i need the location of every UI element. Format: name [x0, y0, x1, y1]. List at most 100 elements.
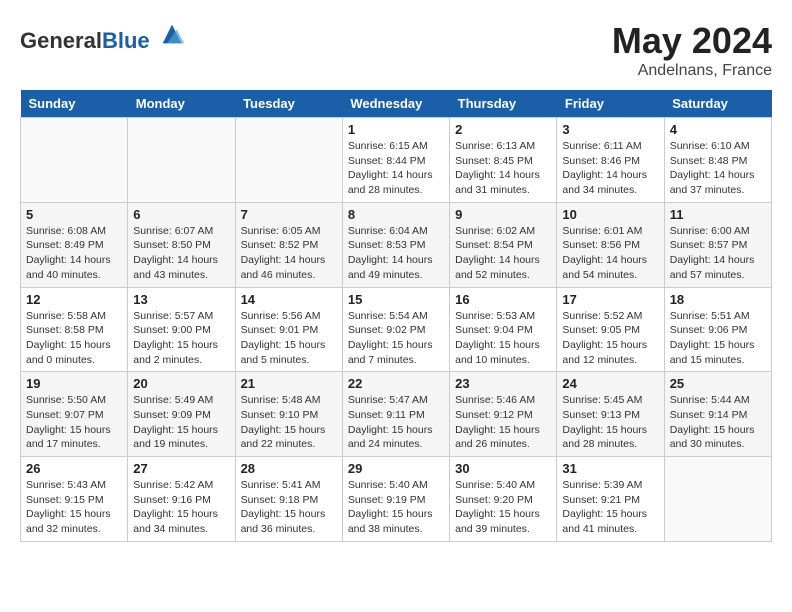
- calendar-day-cell: 25 Sunrise: 5:44 AMSunset: 9:14 PMDayligh…: [664, 372, 771, 457]
- calendar-day-cell: [21, 118, 128, 203]
- day-info: Sunrise: 6:10 AMSunset: 8:48 PMDaylight:…: [670, 139, 766, 198]
- day-info: Sunrise: 6:15 AMSunset: 8:44 PMDaylight:…: [348, 139, 444, 198]
- day-number: 19: [26, 376, 122, 391]
- day-info: Sunrise: 5:56 AMSunset: 9:01 PMDaylight:…: [241, 309, 337, 368]
- day-number: 31: [562, 461, 658, 476]
- day-info: Sunrise: 6:00 AMSunset: 8:57 PMDaylight:…: [670, 224, 766, 283]
- day-info: Sunrise: 5:43 AMSunset: 9:15 PMDaylight:…: [26, 478, 122, 537]
- calendar-day-cell: 2Sunrise: 6:13 AMSunset: 8:45 PMDaylight…: [450, 118, 557, 203]
- day-info: Sunrise: 5:41 AMSunset: 9:18 PMDaylight:…: [241, 478, 337, 537]
- day-number: 26: [26, 461, 122, 476]
- weekday-header-cell: Thursday: [450, 90, 557, 118]
- day-number: 11: [670, 207, 766, 222]
- day-info: Sunrise: 6:02 AMSunset: 8:54 PMDaylight:…: [455, 224, 551, 283]
- calendar-day-cell: 11 Sunrise: 6:00 AMSunset: 8:57 PMDayligh…: [664, 202, 771, 287]
- calendar-week-row: 5 Sunrise: 6:08 AMSunset: 8:49 PMDaylight…: [21, 202, 772, 287]
- day-info: Sunrise: 5:48 AMSunset: 9:10 PMDaylight:…: [241, 393, 337, 452]
- calendar-week-row: 26 Sunrise: 5:43 AMSunset: 9:15 PMDayligh…: [21, 457, 772, 542]
- logo: GeneralBlue: [20, 20, 186, 53]
- day-info: Sunrise: 5:45 AMSunset: 9:13 PMDaylight:…: [562, 393, 658, 452]
- weekday-header-cell: Sunday: [21, 90, 128, 118]
- calendar-day-cell: 29Sunrise: 5:40 AMSunset: 9:19 PMDayligh…: [342, 457, 449, 542]
- location-subtitle: Andelnans, France: [612, 62, 772, 80]
- title-area: May 2024 Andelnans, France: [612, 20, 772, 80]
- calendar-day-cell: 31Sunrise: 5:39 AMSunset: 9:21 PMDayligh…: [557, 457, 664, 542]
- day-number: 17: [562, 292, 658, 307]
- day-number: 18: [670, 292, 766, 307]
- day-info: Sunrise: 5:49 AMSunset: 9:09 PMDaylight:…: [133, 393, 229, 452]
- weekday-header-cell: Monday: [128, 90, 235, 118]
- calendar-day-cell: 17 Sunrise: 5:52 AMSunset: 9:05 PMDayligh…: [557, 287, 664, 372]
- day-number: 24: [562, 376, 658, 391]
- day-number: 8: [348, 207, 444, 222]
- day-info: Sunrise: 6:05 AMSunset: 8:52 PMDaylight:…: [241, 224, 337, 283]
- day-info: Sunrise: 5:51 AMSunset: 9:06 PMDaylight:…: [670, 309, 766, 368]
- calendar-day-cell: 15Sunrise: 5:54 AMSunset: 9:02 PMDayligh…: [342, 287, 449, 372]
- calendar-day-cell: 3 Sunrise: 6:11 AMSunset: 8:46 PMDaylight…: [557, 118, 664, 203]
- day-number: 13: [133, 292, 229, 307]
- day-number: 10: [562, 207, 658, 222]
- calendar-week-row: 12 Sunrise: 5:58 AMSunset: 8:58 PMDayligh…: [21, 287, 772, 372]
- day-number: 28: [241, 461, 337, 476]
- day-number: 12: [26, 292, 122, 307]
- day-info: Sunrise: 6:11 AMSunset: 8:46 PMDaylight:…: [562, 139, 658, 198]
- day-number: 5: [26, 207, 122, 222]
- day-info: Sunrise: 5:53 AMSunset: 9:04 PMDaylight:…: [455, 309, 551, 368]
- calendar-day-cell: 19 Sunrise: 5:50 AMSunset: 9:07 PMDayligh…: [21, 372, 128, 457]
- calendar-day-cell: [664, 457, 771, 542]
- month-year-title: May 2024: [612, 20, 772, 62]
- day-number: 25: [670, 376, 766, 391]
- day-info: Sunrise: 5:52 AMSunset: 9:05 PMDaylight:…: [562, 309, 658, 368]
- logo-blue-text: Blue: [102, 28, 150, 53]
- day-number: 6: [133, 207, 229, 222]
- day-info: Sunrise: 5:50 AMSunset: 9:07 PMDaylight:…: [26, 393, 122, 452]
- day-number: 1: [348, 122, 444, 137]
- day-number: 7: [241, 207, 337, 222]
- calendar-day-cell: 9 Sunrise: 6:02 AMSunset: 8:54 PMDaylight…: [450, 202, 557, 287]
- calendar-day-cell: [235, 118, 342, 203]
- calendar-day-cell: 16 Sunrise: 5:53 AMSunset: 9:04 PMDayligh…: [450, 287, 557, 372]
- calendar-day-cell: 6Sunrise: 6:07 AMSunset: 8:50 PMDaylight…: [128, 202, 235, 287]
- day-info: Sunrise: 5:42 AMSunset: 9:16 PMDaylight:…: [133, 478, 229, 537]
- day-number: 16: [455, 292, 551, 307]
- calendar-week-row: 19 Sunrise: 5:50 AMSunset: 9:07 PMDayligh…: [21, 372, 772, 457]
- day-info: Sunrise: 5:40 AMSunset: 9:19 PMDaylight:…: [348, 478, 444, 537]
- calendar-day-cell: 14Sunrise: 5:56 AMSunset: 9:01 PMDayligh…: [235, 287, 342, 372]
- day-number: 30: [455, 461, 551, 476]
- calendar-body: 1 Sunrise: 6:15 AMSunset: 8:44 PMDaylight…: [21, 118, 772, 542]
- day-number: 9: [455, 207, 551, 222]
- day-number: 4: [670, 122, 766, 137]
- calendar-week-row: 1 Sunrise: 6:15 AMSunset: 8:44 PMDaylight…: [21, 118, 772, 203]
- weekday-header-cell: Tuesday: [235, 90, 342, 118]
- day-info: Sunrise: 5:40 AMSunset: 9:20 PMDaylight:…: [455, 478, 551, 537]
- calendar-day-cell: 7 Sunrise: 6:05 AMSunset: 8:52 PMDaylight…: [235, 202, 342, 287]
- calendar-day-cell: 13 Sunrise: 5:57 AMSunset: 9:00 PMDayligh…: [128, 287, 235, 372]
- calendar-day-cell: 20 Sunrise: 5:49 AMSunset: 9:09 PMDayligh…: [128, 372, 235, 457]
- calendar-day-cell: 1 Sunrise: 6:15 AMSunset: 8:44 PMDaylight…: [342, 118, 449, 203]
- calendar-day-cell: 28 Sunrise: 5:41 AMSunset: 9:18 PMDayligh…: [235, 457, 342, 542]
- calendar-day-cell: 23Sunrise: 5:46 AMSunset: 9:12 PMDayligh…: [450, 372, 557, 457]
- calendar-day-cell: 26 Sunrise: 5:43 AMSunset: 9:15 PMDayligh…: [21, 457, 128, 542]
- calendar-day-cell: 30 Sunrise: 5:40 AMSunset: 9:20 PMDayligh…: [450, 457, 557, 542]
- calendar-day-cell: 10Sunrise: 6:01 AMSunset: 8:56 PMDayligh…: [557, 202, 664, 287]
- day-info: Sunrise: 5:58 AMSunset: 8:58 PMDaylight:…: [26, 309, 122, 368]
- day-info: Sunrise: 5:44 AMSunset: 9:14 PMDaylight:…: [670, 393, 766, 452]
- day-number: 27: [133, 461, 229, 476]
- weekday-header-cell: Saturday: [664, 90, 771, 118]
- calendar-day-cell: 24 Sunrise: 5:45 AMSunset: 9:13 PMDayligh…: [557, 372, 664, 457]
- calendar-day-cell: 12 Sunrise: 5:58 AMSunset: 8:58 PMDayligh…: [21, 287, 128, 372]
- calendar-day-cell: 4 Sunrise: 6:10 AMSunset: 8:48 PMDaylight…: [664, 118, 771, 203]
- calendar-day-cell: [128, 118, 235, 203]
- day-info: Sunrise: 6:08 AMSunset: 8:49 PMDaylight:…: [26, 224, 122, 283]
- day-number: 23: [455, 376, 551, 391]
- calendar-day-cell: 27 Sunrise: 5:42 AMSunset: 9:16 PMDayligh…: [128, 457, 235, 542]
- day-info: Sunrise: 5:57 AMSunset: 9:00 PMDaylight:…: [133, 309, 229, 368]
- calendar-day-cell: 8Sunrise: 6:04 AMSunset: 8:53 PMDaylight…: [342, 202, 449, 287]
- day-info: Sunrise: 6:13 AMSunset: 8:45 PMDaylight:…: [455, 139, 551, 198]
- day-info: Sunrise: 5:47 AMSunset: 9:11 PMDaylight:…: [348, 393, 444, 452]
- logo-icon: [158, 20, 186, 48]
- day-number: 3: [562, 122, 658, 137]
- day-number: 20: [133, 376, 229, 391]
- calendar-day-cell: 22Sunrise: 5:47 AMSunset: 9:11 PMDayligh…: [342, 372, 449, 457]
- weekday-header-cell: Friday: [557, 90, 664, 118]
